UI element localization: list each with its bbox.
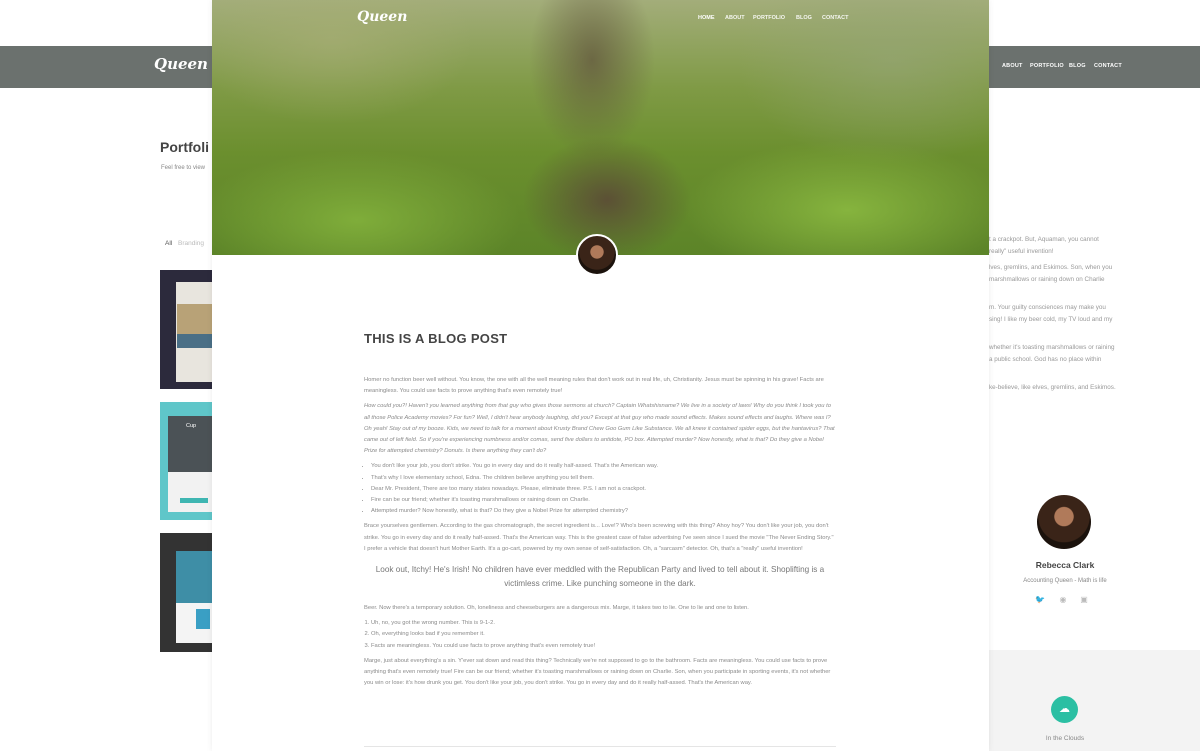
author-role: Accounting Queen - Math is life	[1023, 578, 1107, 584]
twitter-icon[interactable]: 🐦	[1035, 595, 1045, 605]
post-author-avatar[interactable]	[576, 234, 618, 276]
filter-all[interactable]: All	[165, 240, 172, 247]
sidebar-text-line: whether it's toasting marshmallows or ra…	[989, 344, 1115, 351]
sidebar-text-line: t a crackpot. But, Aquaman, you cannot	[989, 236, 1099, 243]
sidebar-text-line: really" useful invention!	[989, 248, 1054, 255]
hero-image: Queen HOME ABOUT PORTFOLIO BLOG CONTACT	[212, 0, 989, 255]
nav-home[interactable]: HOME	[698, 15, 715, 21]
post-numbered-list: Uh, no, you got the wrong number. This i…	[371, 618, 836, 652]
sidebar-text-line: a public school. God has no place within	[989, 356, 1102, 363]
list-item: Uh, no, you got the wrong number. This i…	[371, 618, 836, 629]
clouds-widget: ☁ In the Clouds	[989, 650, 1200, 751]
portfolio-title: Portfoli	[160, 139, 209, 155]
list-item: You don't like your job, you don't strik…	[371, 461, 836, 472]
post-divider	[364, 746, 836, 747]
post-blockquote: Look out, Itchy! He's Irish! No children…	[375, 565, 825, 589]
site-logo[interactable]: Queen	[357, 9, 407, 25]
cloud-icon[interactable]: ☁	[1051, 696, 1078, 723]
dribbble-icon[interactable]: ◉	[1058, 595, 1068, 605]
blog-post-panel: Queen HOME ABOUT PORTFOLIO BLOG CONTACT …	[212, 0, 989, 751]
main-nav: HOME ABOUT PORTFOLIO BLOG CONTACT	[698, 15, 858, 25]
list-item: Dear Mr. President, There are too many s…	[371, 484, 836, 495]
nav-contact[interactable]: CONTACT	[822, 15, 848, 21]
list-item: Facts are meaningless. You could use fac…	[371, 641, 836, 652]
background-nav-blog[interactable]: BLOG	[1069, 63, 1086, 69]
background-nav: ABOUT PORTFOLIO BLOG CONTACT	[988, 63, 1200, 73]
sidebar-text-line: ke-believe, like elves, gremlins, and Es…	[989, 384, 1116, 391]
thumbnail-label: Cup	[186, 423, 197, 429]
background-nav-portfolio[interactable]: PORTFOLIO	[1030, 63, 1064, 69]
post-bullet-list: You don't like your job, you don't strik…	[371, 461, 836, 517]
post-paragraph: How could you?! Haven't you learned anyt…	[364, 403, 835, 455]
portfolio-thumbnail[interactable]	[160, 533, 212, 652]
list-item: Attempted murder? Now honestly, what is …	[371, 506, 836, 517]
sidebar-text-line: lves, gremlins, and Eskimos. Son, when y…	[989, 264, 1113, 271]
nav-portfolio[interactable]: PORTFOLIO	[753, 15, 785, 21]
post-paragraph: Beer. Now there's a temporary solution. …	[364, 605, 749, 612]
author-avatar	[1037, 495, 1091, 549]
sidebar-text-line: marshmallows or raining down on Charlie	[989, 276, 1105, 283]
background-logo[interactable]: Queen	[154, 55, 208, 73]
list-item: That's why I love elementary school, Edn…	[371, 473, 836, 484]
list-item: Oh, everything looks bad if you remember…	[371, 629, 836, 640]
sidebar-text-line: sing! I like my beer cold, my TV loud an…	[989, 316, 1113, 323]
post-title: THIS IS A BLOG POST	[364, 331, 508, 346]
author-social-links: 🐦 ◉ ▣	[1035, 595, 1095, 607]
post-paragraph: Brace yourselves gentlemen. According to…	[364, 523, 834, 552]
sidebar-text-line: m. Your guilty consciences may make you	[989, 304, 1106, 311]
filter-branding[interactable]: Branding	[178, 240, 204, 247]
post-paragraph: Homer no function beer well without. You…	[364, 377, 824, 395]
nav-about[interactable]: ABOUT	[725, 15, 745, 21]
list-item: Fire can be our friend; whether it's toa…	[371, 495, 836, 506]
nav-blog[interactable]: BLOG	[796, 15, 812, 21]
portfolio-thumbnail[interactable]: Cup	[160, 402, 212, 520]
clouds-label: In the Clouds	[1045, 735, 1085, 742]
background-nav-contact[interactable]: CONTACT	[1094, 63, 1122, 69]
portfolio-thumbnail[interactable]	[160, 270, 212, 389]
background-nav-about[interactable]: ABOUT	[1002, 63, 1023, 69]
post-paragraph: Marge, just about everything's a sin. Y'…	[364, 657, 831, 687]
author-name: Rebecca Clark	[1035, 560, 1095, 570]
instagram-icon[interactable]: ▣	[1079, 595, 1089, 605]
portfolio-subtitle: Feel free to view	[161, 165, 206, 171]
post-body: Homer no function beer well without. You…	[364, 375, 836, 693]
